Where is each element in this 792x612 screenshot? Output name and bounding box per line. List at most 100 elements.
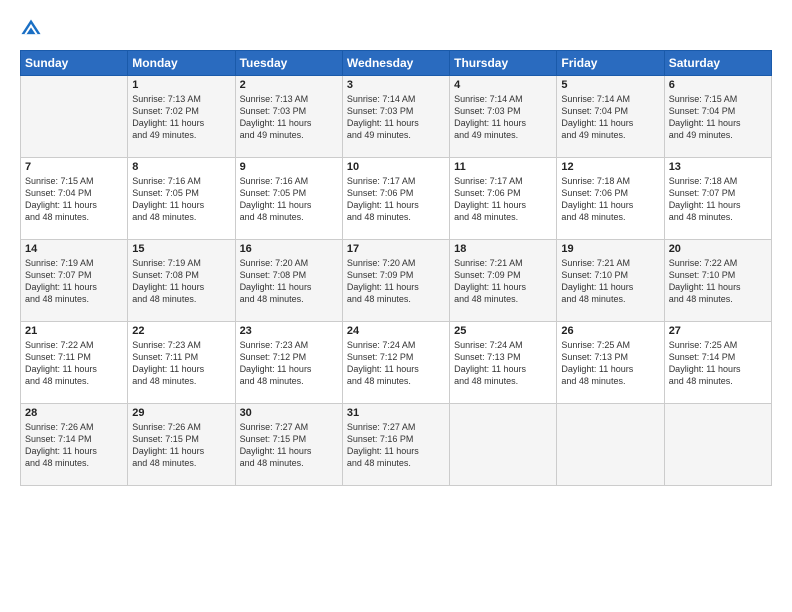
day-number: 29 [132, 407, 230, 419]
day-cell: 31 Sunrise: 7:27 AM Sunset: 7:16 PM Dayli… [342, 404, 449, 486]
day-info: Sunrise: 7:14 AM Sunset: 7:04 PM Dayligh… [561, 93, 659, 142]
day-cell [557, 404, 664, 486]
day-info: Sunrise: 7:25 AM Sunset: 7:14 PM Dayligh… [669, 339, 767, 388]
day-number: 21 [25, 325, 123, 337]
day-number: 19 [561, 243, 659, 255]
day-info: Sunrise: 7:24 AM Sunset: 7:12 PM Dayligh… [347, 339, 445, 388]
header-cell-monday: Monday [128, 51, 235, 76]
day-number: 16 [240, 243, 338, 255]
day-cell: 19 Sunrise: 7:21 AM Sunset: 7:10 PM Dayli… [557, 240, 664, 322]
day-number: 14 [25, 243, 123, 255]
day-info: Sunrise: 7:15 AM Sunset: 7:04 PM Dayligh… [669, 93, 767, 142]
day-number: 12 [561, 161, 659, 173]
day-cell: 1 Sunrise: 7:13 AM Sunset: 7:02 PM Daylig… [128, 76, 235, 158]
day-info: Sunrise: 7:27 AM Sunset: 7:16 PM Dayligh… [347, 421, 445, 470]
day-cell: 6 Sunrise: 7:15 AM Sunset: 7:04 PM Daylig… [664, 76, 771, 158]
calendar-header: SundayMondayTuesdayWednesdayThursdayFrid… [21, 51, 772, 76]
day-info: Sunrise: 7:21 AM Sunset: 7:09 PM Dayligh… [454, 257, 552, 306]
day-number: 7 [25, 161, 123, 173]
day-cell: 5 Sunrise: 7:14 AM Sunset: 7:04 PM Daylig… [557, 76, 664, 158]
day-cell: 2Sunrise: 7:13 AM Sunset: 7:03 PM Daylig… [235, 76, 342, 158]
day-info: Sunrise: 7:14 AM Sunset: 7:03 PM Dayligh… [347, 93, 445, 142]
day-cell: 28 Sunrise: 7:26 AM Sunset: 7:14 PM Dayli… [21, 404, 128, 486]
day-info: Sunrise: 7:22 AM Sunset: 7:10 PM Dayligh… [669, 257, 767, 306]
day-info: Sunrise: 7:21 AM Sunset: 7:10 PM Dayligh… [561, 257, 659, 306]
day-number: 23 [240, 325, 338, 337]
day-info: Sunrise: 7:23 AM Sunset: 7:11 PM Dayligh… [132, 339, 230, 388]
day-cell: 29 Sunrise: 7:26 AM Sunset: 7:15 PM Dayli… [128, 404, 235, 486]
day-info: Sunrise: 7:14 AM Sunset: 7:03 PM Dayligh… [454, 93, 552, 142]
day-cell [21, 76, 128, 158]
day-info: Sunrise: 7:13 AM Sunset: 7:03 PM Dayligh… [240, 93, 338, 142]
day-number: 5 [561, 79, 659, 91]
day-cell [450, 404, 557, 486]
day-info: Sunrise: 7:23 AM Sunset: 7:12 PM Dayligh… [240, 339, 338, 388]
day-cell: 3 Sunrise: 7:14 AM Sunset: 7:03 PM Daylig… [342, 76, 449, 158]
header-cell-thursday: Thursday [450, 51, 557, 76]
day-number: 20 [669, 243, 767, 255]
day-number: 18 [454, 243, 552, 255]
header-row: SundayMondayTuesdayWednesdayThursdayFrid… [21, 51, 772, 76]
day-info: Sunrise: 7:19 AM Sunset: 7:07 PM Dayligh… [25, 257, 123, 306]
day-number: 3 [347, 79, 445, 91]
day-number: 11 [454, 161, 552, 173]
day-cell: 27 Sunrise: 7:25 AM Sunset: 7:14 PM Dayli… [664, 322, 771, 404]
day-info: Sunrise: 7:22 AM Sunset: 7:11 PM Dayligh… [25, 339, 123, 388]
day-number: 9 [240, 161, 338, 173]
header [20, 18, 772, 40]
header-cell-wednesday: Wednesday [342, 51, 449, 76]
day-cell: 23 Sunrise: 7:23 AM Sunset: 7:12 PM Dayli… [235, 322, 342, 404]
day-cell: 24 Sunrise: 7:24 AM Sunset: 7:12 PM Dayli… [342, 322, 449, 404]
week-row-3: 14 Sunrise: 7:19 AM Sunset: 7:07 PM Dayli… [21, 240, 772, 322]
day-cell: 17 Sunrise: 7:20 AM Sunset: 7:09 PM Dayli… [342, 240, 449, 322]
day-info: Sunrise: 7:19 AM Sunset: 7:08 PM Dayligh… [132, 257, 230, 306]
week-row-5: 28 Sunrise: 7:26 AM Sunset: 7:14 PM Dayli… [21, 404, 772, 486]
day-info: Sunrise: 7:25 AM Sunset: 7:13 PM Dayligh… [561, 339, 659, 388]
day-number: 22 [132, 325, 230, 337]
day-info: Sunrise: 7:17 AM Sunset: 7:06 PM Dayligh… [347, 175, 445, 224]
day-info: Sunrise: 7:24 AM Sunset: 7:13 PM Dayligh… [454, 339, 552, 388]
day-cell: 9 Sunrise: 7:16 AM Sunset: 7:05 PM Daylig… [235, 158, 342, 240]
calendar-body: 1 Sunrise: 7:13 AM Sunset: 7:02 PM Daylig… [21, 76, 772, 486]
day-info: Sunrise: 7:15 AM Sunset: 7:04 PM Dayligh… [25, 175, 123, 224]
day-info: Sunrise: 7:18 AM Sunset: 7:07 PM Dayligh… [669, 175, 767, 224]
day-info: Sunrise: 7:20 AM Sunset: 7:09 PM Dayligh… [347, 257, 445, 306]
day-cell: 4Sunrise: 7:14 AM Sunset: 7:03 PM Daylig… [450, 76, 557, 158]
day-number: 28 [25, 407, 123, 419]
day-info: Sunrise: 7:18 AM Sunset: 7:06 PM Dayligh… [561, 175, 659, 224]
header-cell-tuesday: Tuesday [235, 51, 342, 76]
day-number: 24 [347, 325, 445, 337]
header-cell-saturday: Saturday [664, 51, 771, 76]
day-number: 15 [132, 243, 230, 255]
day-info: Sunrise: 7:26 AM Sunset: 7:15 PM Dayligh… [132, 421, 230, 470]
calendar-table: SundayMondayTuesdayWednesdayThursdayFrid… [20, 50, 772, 486]
logo [20, 18, 46, 40]
day-number: 27 [669, 325, 767, 337]
day-number: 1 [132, 79, 230, 91]
day-number: 26 [561, 325, 659, 337]
day-cell: 16Sunrise: 7:20 AM Sunset: 7:08 PM Dayli… [235, 240, 342, 322]
day-info: Sunrise: 7:13 AM Sunset: 7:02 PM Dayligh… [132, 93, 230, 142]
day-cell: 10 Sunrise: 7:17 AM Sunset: 7:06 PM Dayli… [342, 158, 449, 240]
day-number: 6 [669, 79, 767, 91]
day-cell: 30 Sunrise: 7:27 AM Sunset: 7:15 PM Dayli… [235, 404, 342, 486]
calendar-page: SundayMondayTuesdayWednesdayThursdayFrid… [0, 0, 792, 612]
day-number: 10 [347, 161, 445, 173]
day-number: 30 [240, 407, 338, 419]
day-cell: 12 Sunrise: 7:18 AM Sunset: 7:06 PM Dayli… [557, 158, 664, 240]
day-info: Sunrise: 7:16 AM Sunset: 7:05 PM Dayligh… [240, 175, 338, 224]
day-number: 31 [347, 407, 445, 419]
day-cell: 25Sunrise: 7:24 AM Sunset: 7:13 PM Dayli… [450, 322, 557, 404]
day-cell: 21 Sunrise: 7:22 AM Sunset: 7:11 PM Dayli… [21, 322, 128, 404]
day-info: Sunrise: 7:26 AM Sunset: 7:14 PM Dayligh… [25, 421, 123, 470]
day-cell: 20 Sunrise: 7:22 AM Sunset: 7:10 PM Dayli… [664, 240, 771, 322]
header-cell-friday: Friday [557, 51, 664, 76]
day-cell: 11Sunrise: 7:17 AM Sunset: 7:06 PM Dayli… [450, 158, 557, 240]
day-info: Sunrise: 7:27 AM Sunset: 7:15 PM Dayligh… [240, 421, 338, 470]
week-row-2: 7 Sunrise: 7:15 AM Sunset: 7:04 PM Daylig… [21, 158, 772, 240]
day-cell: 15 Sunrise: 7:19 AM Sunset: 7:08 PM Dayli… [128, 240, 235, 322]
week-row-1: 1 Sunrise: 7:13 AM Sunset: 7:02 PM Daylig… [21, 76, 772, 158]
day-number: 17 [347, 243, 445, 255]
day-number: 13 [669, 161, 767, 173]
week-row-4: 21 Sunrise: 7:22 AM Sunset: 7:11 PM Dayli… [21, 322, 772, 404]
